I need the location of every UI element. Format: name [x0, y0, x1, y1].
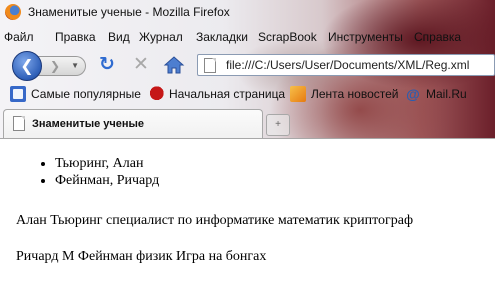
list-item: Фейнман, Ричард — [55, 172, 159, 189]
navigation-toolbar: ❯ ▼ ❮ ↻ ✕ file:///C:/Users/User/Document… — [0, 50, 495, 81]
page-icon — [13, 116, 25, 131]
most-visited-icon — [10, 86, 26, 102]
forward-arrow-icon: ❯ — [50, 59, 61, 73]
window-title: Знаменитые ученые - Mozilla Firefox — [28, 5, 230, 19]
home-icon[interactable] — [163, 55, 185, 75]
address-bar[interactable]: file:///C:/Users/User/Documents/XML/Reg.… — [197, 54, 495, 76]
bookmark-news-feed[interactable]: Лента новостей — [290, 86, 399, 102]
bookmark-label: Начальная страница — [169, 87, 286, 101]
paragraph-turing: Алан Тьюринг специалист по информатике м… — [16, 213, 414, 228]
bookmark-label: Лента новостей — [311, 87, 399, 101]
browser-chrome: Знаменитые ученые - Mozilla Firefox Файл… — [0, 0, 495, 138]
menu-help[interactable]: Справка — [414, 30, 461, 44]
mail-ru-icon: @ — [406, 86, 420, 102]
title-bar: Знаменитые ученые - Mozilla Firefox — [0, 0, 495, 24]
menu-view[interactable]: Вид — [108, 30, 130, 44]
new-tab-icon: + — [275, 119, 281, 130]
new-tab-button[interactable]: + — [266, 114, 290, 136]
page-icon — [204, 58, 216, 73]
tab-label: Знаменитые ученые — [32, 118, 145, 130]
firefox-icon — [5, 4, 21, 20]
menu-bookmarks[interactable]: Закладки — [196, 30, 248, 44]
forward-button[interactable]: ❯ ▼ — [38, 56, 86, 76]
back-button[interactable]: ❮ — [12, 51, 42, 81]
bookmark-mail-ru[interactable]: @ Mail.Ru — [405, 86, 467, 102]
scientists-list: Тьюринг, Алан Фейнман, Ричард — [55, 155, 159, 189]
history-dropdown-icon[interactable]: ▼ — [71, 57, 79, 75]
reload-icon[interactable]: ↻ — [97, 55, 117, 75]
stop-icon[interactable]: ✕ — [131, 55, 151, 75]
tab-strip: Знаменитые ученые + — [0, 107, 495, 138]
url-text[interactable]: file:///C:/Users/User/Documents/XML/Reg.… — [226, 58, 469, 72]
bookmarks-toolbar: Самые популярные Начальная страница Лент… — [0, 84, 495, 104]
menu-edit[interactable]: Правка — [55, 30, 96, 44]
rss-feed-icon — [290, 86, 306, 102]
tab-active[interactable]: Знаменитые ученые — [3, 109, 263, 138]
start-page-icon — [148, 86, 164, 102]
menu-bar: Файл Правка Вид Журнал Закладки ScrapBoo… — [0, 27, 495, 47]
bookmark-start-page[interactable]: Начальная страница — [148, 86, 285, 102]
menu-scrapbook[interactable]: ScrapBook — [258, 30, 317, 44]
page-content: Тьюринг, Алан Фейнман, Ричард Алан Тьюри… — [0, 138, 495, 305]
back-arrow-icon: ❮ — [20, 58, 34, 75]
menu-history[interactable]: Журнал — [139, 30, 183, 44]
menu-tools[interactable]: Инструменты — [328, 30, 403, 44]
paragraph-feynman: Ричард М Фейнман физик Игра на бонгах — [16, 249, 267, 264]
bookmark-label: Самые популярные — [31, 87, 141, 101]
bookmark-label: Mail.Ru — [426, 87, 467, 101]
menu-file[interactable]: Файл — [4, 30, 34, 44]
bookmark-most-visited[interactable]: Самые популярные — [10, 86, 141, 102]
list-item: Тьюринг, Алан — [55, 155, 159, 172]
